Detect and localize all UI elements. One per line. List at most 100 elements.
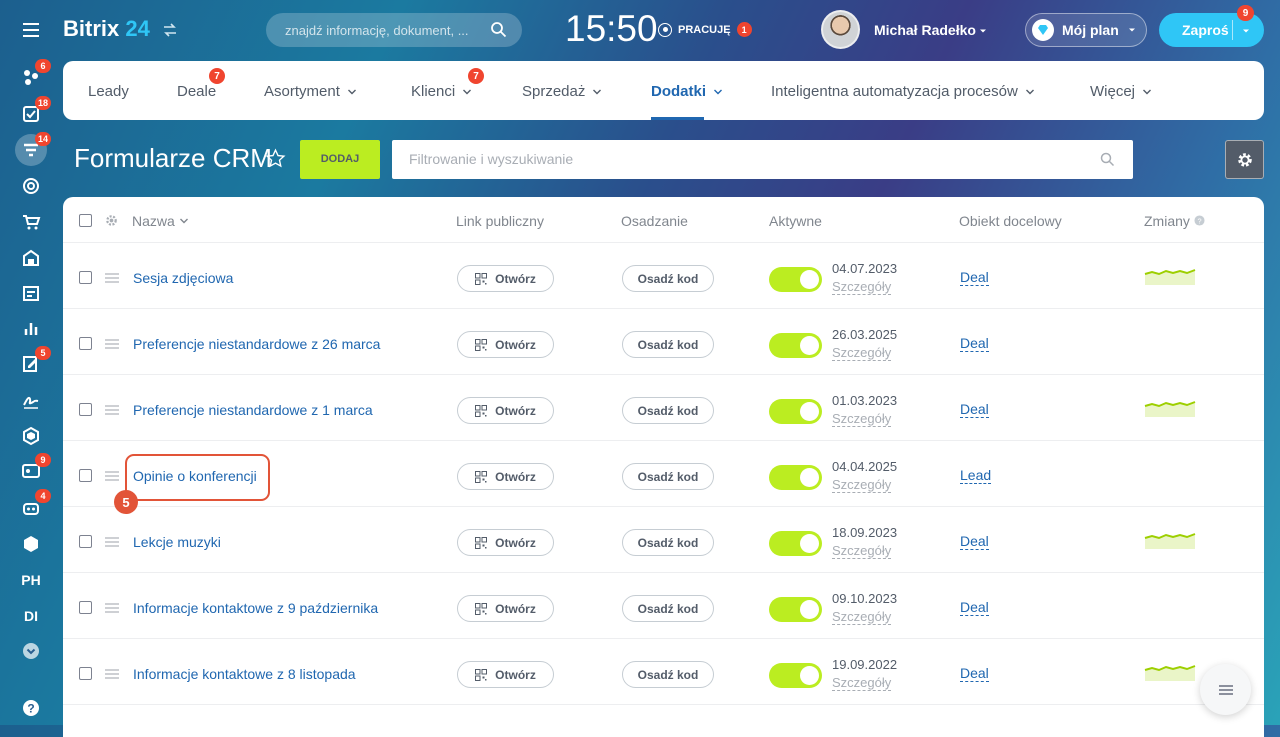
column-settings-icon[interactable] <box>105 214 118 227</box>
sidebar-item-shop[interactable] <box>15 206 47 238</box>
form-name-link[interactable]: Preferencje niestandardowe z 1 marca <box>133 402 373 418</box>
sidebar-item-crm[interactable]: 14 <box>15 132 51 166</box>
target-object-link[interactable]: Deal <box>960 336 989 352</box>
star-icon[interactable] <box>265 148 286 169</box>
open-link-button[interactable]: Otwórz <box>457 397 554 424</box>
open-link-button[interactable]: Otwórz <box>457 331 554 358</box>
row-checkbox[interactable] <box>79 535 92 548</box>
row-checkbox[interactable] <box>79 667 92 680</box>
active-toggle[interactable] <box>769 597 822 622</box>
embed-code-button[interactable]: Osadź kod <box>622 265 714 292</box>
form-name-link[interactable]: Informacje kontaktowe z 9 października <box>133 600 378 616</box>
tab-sprzedaz[interactable]: Sprzedaż <box>522 83 602 100</box>
open-link-button[interactable]: Otwórz <box>457 529 554 556</box>
sidebar-item-goals[interactable] <box>15 170 47 202</box>
avatar[interactable] <box>821 10 860 49</box>
target-object-link[interactable]: Deal <box>960 666 989 682</box>
details-link[interactable]: Szczegóły <box>832 609 892 625</box>
target-object-link[interactable]: Deal <box>960 402 989 418</box>
drag-handle-icon[interactable] <box>105 471 119 481</box>
sidebar-item-ph[interactable]: PH <box>15 564 47 596</box>
drag-handle-icon[interactable] <box>105 603 119 613</box>
search-input[interactable]: znajdź informację, dokument, ... <box>266 13 522 47</box>
row-checkbox[interactable] <box>79 469 92 482</box>
target-object-link[interactable]: Deal <box>960 534 989 550</box>
target-object-link[interactable]: Deal <box>960 600 989 616</box>
active-toggle[interactable] <box>769 465 822 490</box>
add-button[interactable]: DODAJ <box>300 140 380 179</box>
column-header-embed[interactable]: Osadzanie <box>621 213 688 229</box>
filter-search-input[interactable]: Filtrowanie i wyszukiwanie <box>392 140 1133 179</box>
details-link[interactable]: Szczegóły <box>832 279 892 295</box>
details-link[interactable]: Szczegóły <box>832 411 892 427</box>
column-header-name[interactable]: Nazwa <box>132 213 189 229</box>
work-status-button[interactable]: PRACUJĘ 1 <box>658 22 752 37</box>
embed-code-button[interactable]: Osadź kod <box>622 529 714 556</box>
my-plan-button[interactable]: Mój plan <box>1025 13 1147 47</box>
active-toggle[interactable] <box>769 267 822 292</box>
details-link[interactable]: Szczegóły <box>832 543 892 559</box>
details-link[interactable]: Szczegóły <box>832 345 892 361</box>
tab-asortyment[interactable]: Asortyment <box>264 83 357 100</box>
form-name-link[interactable]: Sesja zdjęciowa <box>133 270 233 286</box>
form-name-link[interactable]: Informacje kontaktowe z 8 listopada <box>133 666 356 682</box>
search-icon[interactable] <box>1100 152 1115 167</box>
embed-code-button[interactable]: Osadź kod <box>622 331 714 358</box>
tab-dodatki[interactable]: Dodatki <box>651 83 723 100</box>
help-button[interactable]: ? <box>15 692 47 724</box>
table-row[interactable]: Lekcje muzyki Otwórz Osadź kod 18.09.2023 Sz… <box>63 507 1264 573</box>
sidebar-item-feed[interactable]: 5 <box>15 346 51 380</box>
target-object-link[interactable]: Deal <box>960 270 989 286</box>
row-checkbox[interactable] <box>79 601 92 614</box>
form-name-link[interactable]: Lekcje muzyki <box>133 534 221 550</box>
row-checkbox[interactable] <box>79 271 92 284</box>
open-link-button[interactable]: Otwórz <box>457 265 554 292</box>
open-link-button[interactable]: Otwórz <box>457 661 554 688</box>
row-checkbox[interactable] <box>79 337 92 350</box>
active-toggle[interactable] <box>769 531 822 556</box>
sidebar-item-di[interactable]: DI <box>15 600 47 632</box>
sidebar-item-tasks[interactable]: 18 <box>15 96 51 130</box>
open-link-button[interactable]: Otwórz <box>457 595 554 622</box>
table-row[interactable]: Preferencje niestandardowe z 26 marca Otw… <box>63 309 1264 375</box>
embed-code-button[interactable]: Osadź kod <box>622 661 714 688</box>
drag-handle-icon[interactable] <box>105 537 119 547</box>
chevron-down-icon[interactable] <box>1241 26 1251 36</box>
tab-automatyzacja[interactable]: Inteligentna automatyzacja procesów <box>771 83 1035 100</box>
table-row[interactable]: Informacje kontaktowe z 9 października Ot… <box>63 573 1264 639</box>
open-link-button[interactable]: Otwórz <box>457 463 554 490</box>
search-icon[interactable] <box>490 21 507 38</box>
drag-handle-icon[interactable] <box>105 273 119 283</box>
details-link[interactable]: Szczegóły <box>832 477 892 493</box>
details-link[interactable]: Szczegóły <box>832 675 892 691</box>
column-header-link[interactable]: Link publiczny <box>456 213 544 229</box>
tab-klienci[interactable]: Klienci <box>411 83 472 100</box>
sidebar-item-robots[interactable]: 4 <box>15 489 51 523</box>
clock[interactable]: 15:50 <box>565 8 658 50</box>
drag-handle-icon[interactable] <box>105 669 119 679</box>
active-toggle[interactable] <box>769 399 822 424</box>
sidebar-item-sign[interactable] <box>15 384 47 416</box>
sidebar-more-button[interactable] <box>15 635 47 667</box>
row-checkbox[interactable] <box>79 403 92 416</box>
tab-deale[interactable]: Deale <box>177 83 216 100</box>
tab-leady[interactable]: Leady <box>88 83 129 100</box>
chevron-down-icon[interactable] <box>978 26 988 36</box>
logo[interactable]: Bitrix 24 <box>63 16 150 42</box>
target-object-link[interactable]: Lead <box>960 468 992 484</box>
embed-code-button[interactable]: Osadź kod <box>622 595 714 622</box>
sidebar-item-activity[interactable]: 6 <box>15 59 51 93</box>
sidebar-item-calendar[interactable] <box>15 277 47 309</box>
table-row[interactable]: Sesja zdjęciowa Otwórz Osadź kod 04.07.2023… <box>63 243 1264 309</box>
tab-wiecej[interactable]: Więcej <box>1090 83 1152 100</box>
active-toggle[interactable] <box>769 333 822 358</box>
switch-icon[interactable] <box>163 23 177 37</box>
form-name-link[interactable]: Preferencje niestandardowe z 26 marca <box>133 336 380 352</box>
sidebar-item-market[interactable] <box>15 528 47 560</box>
floating-menu-button[interactable] <box>1200 664 1251 715</box>
sidebar-item-contacts[interactable]: 9 <box>15 453 51 487</box>
column-header-active[interactable]: Aktywne <box>769 213 822 229</box>
table-row[interactable]: Informacje kontaktowe z 8 listopada Otwór… <box>63 639 1264 705</box>
column-header-target[interactable]: Obiekt docelowy <box>959 213 1062 229</box>
embed-code-button[interactable]: Osadź kod <box>622 463 714 490</box>
